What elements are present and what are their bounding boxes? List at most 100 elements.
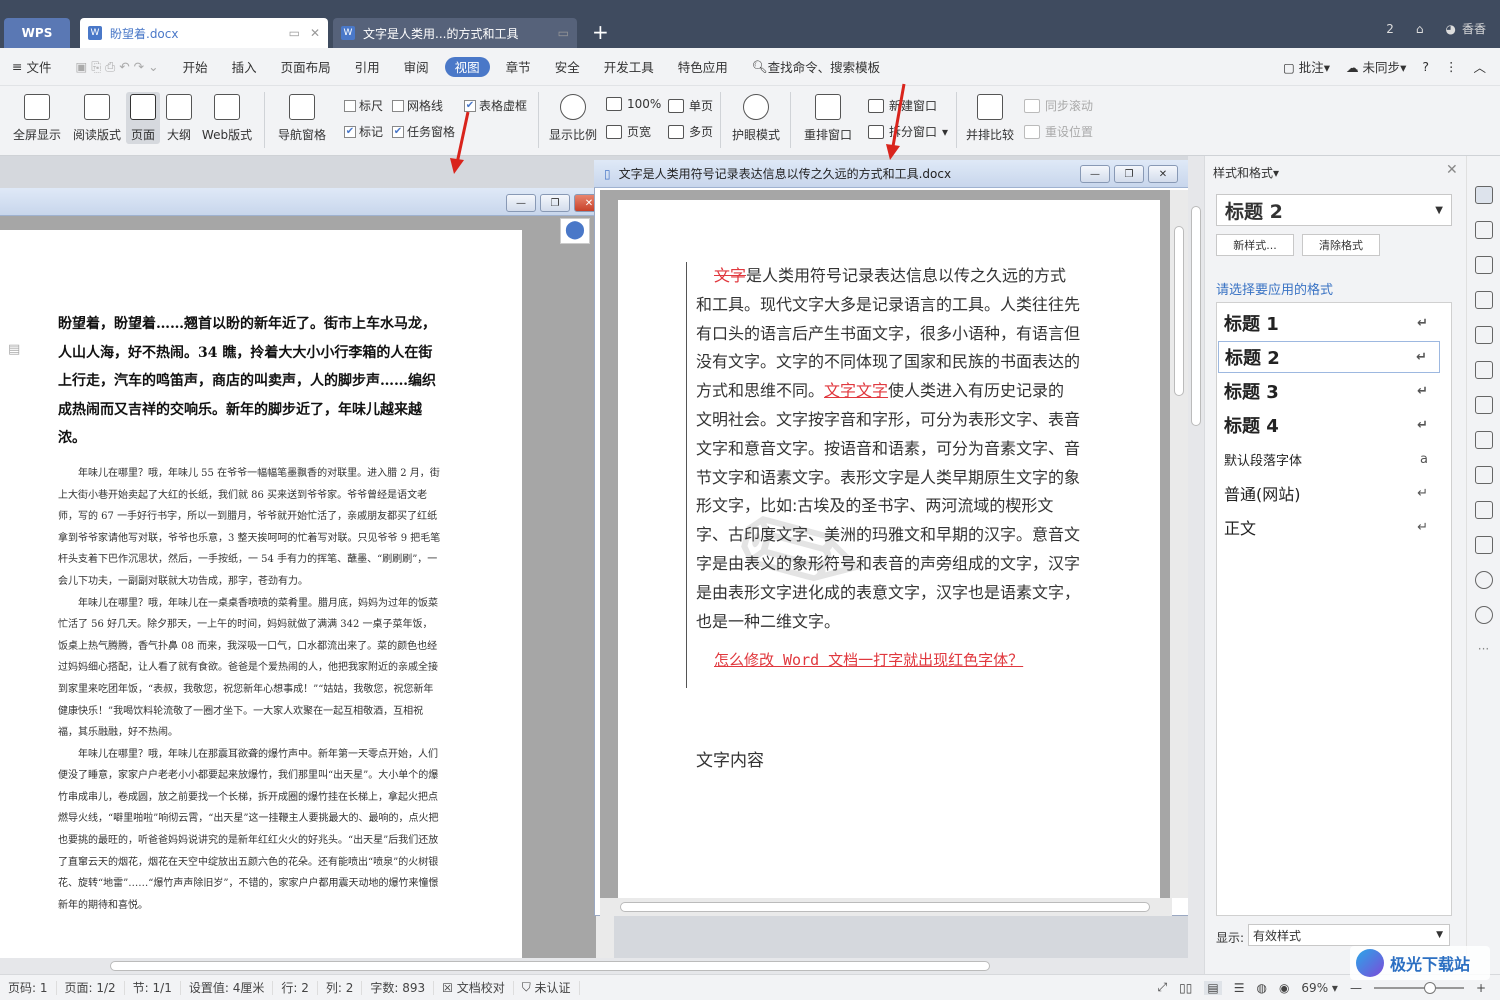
outline-view-icon[interactable]: ☰	[1234, 981, 1245, 995]
right-horizontal-scrollbar[interactable]	[600, 898, 1172, 916]
menu-insert[interactable]: 插入	[220, 48, 269, 86]
restore-tab-icon[interactable]: ▭	[289, 26, 300, 40]
cert-button[interactable]: ⛉ 未认证	[514, 980, 580, 995]
style-item-heading1[interactable]: 标题 1 ↵	[1218, 307, 1440, 339]
quick-access-icons[interactable]: ▣ ⎘ ⎙ ↶ ↷ ⌄	[63, 48, 170, 86]
help-icon[interactable]: ?	[1422, 59, 1429, 74]
more-icon[interactable]: ⋮	[1445, 59, 1458, 74]
picture-icon[interactable]	[1474, 501, 1493, 519]
zoom-slider[interactable]	[1373, 981, 1464, 994]
page-layout-button[interactable]: 页面	[126, 92, 160, 144]
translate-icon[interactable]	[1474, 431, 1493, 449]
fullscreen-button[interactable]: 全屏显示	[10, 94, 64, 143]
right-vertical-scrollbar[interactable]	[1170, 190, 1188, 898]
web-layout-button[interactable]: Web版式	[198, 94, 256, 143]
restore-tab-icon[interactable]: ▭	[558, 26, 569, 40]
read-view-icon[interactable]: ▯▯	[1179, 981, 1192, 995]
sidebyside-label: 并排比较	[965, 128, 1014, 142]
fill-icon[interactable]	[1474, 291, 1493, 309]
side-by-side-button[interactable]: 并排比较	[962, 94, 1018, 143]
nav-pane-button[interactable]: 导航窗格	[272, 94, 332, 143]
page-view-icon[interactable]: ▤	[1204, 980, 1222, 995]
marks-checkbox[interactable]: ✔ 标记	[344, 123, 383, 140]
menu-layout[interactable]: 页面布局	[269, 48, 343, 86]
more-icon[interactable]: ···	[1467, 642, 1500, 656]
clear-format-button[interactable]: 清除格式	[1302, 234, 1380, 256]
scroll-thumb[interactable]	[110, 961, 990, 971]
wps-home-tab[interactable]: WPS	[4, 18, 70, 48]
new-tab-plus-icon[interactable]: +	[592, 20, 609, 44]
menu-references[interactable]: 引用	[343, 48, 392, 86]
style-item-heading4[interactable]: 标题 4 ↵	[1218, 409, 1440, 441]
select-cursor-icon[interactable]	[1474, 221, 1493, 239]
reading-layout-button[interactable]: 阅读版式	[70, 94, 124, 143]
status-section[interactable]: 节: 1/1	[125, 980, 181, 995]
style-brush-icon[interactable]	[1474, 186, 1493, 204]
style-item-body[interactable]: 正文 ↵	[1218, 511, 1440, 543]
table-icon[interactable]	[1474, 326, 1493, 344]
zoom-slider-handle[interactable]	[1423, 981, 1436, 994]
scroll-thumb[interactable]	[1174, 226, 1184, 396]
web-view-icon[interactable]: ◍	[1256, 981, 1266, 995]
menu-file[interactable]: 文件	[26, 57, 51, 76]
shapes-icon[interactable]	[1474, 256, 1493, 274]
status-setting[interactable]: 设置值: 4厘米	[181, 980, 274, 995]
tab-doc2[interactable]: W 文字是人类用...的方式和工具 ▭	[333, 18, 577, 48]
sync-button[interactable]: ☁ 未同步▾	[1346, 57, 1406, 76]
close-icon[interactable]: ✕	[1446, 162, 1458, 178]
zoom-in-icon[interactable]: +	[1476, 981, 1486, 995]
left-paragraph-3: 年味儿在哪里？哦，年味儿在那震耳欲聋的爆竹声中。新年第一天零点开始，人们便没了睡…	[58, 748, 439, 911]
menu-view[interactable]: 视图	[444, 56, 490, 77]
minimize-icon[interactable]: —	[1080, 165, 1110, 183]
user-avatar[interactable]: ◕ 香香	[1446, 20, 1487, 37]
adjust-icon[interactable]	[1474, 361, 1493, 379]
outline-button[interactable]: 大纲	[162, 94, 196, 143]
location-pin-icon[interactable]: ⬤	[560, 218, 590, 244]
close-tab-icon[interactable]: ✕	[310, 26, 320, 40]
skin-icon[interactable]: ⌂	[1416, 22, 1424, 36]
zoom-out-icon[interactable]: —	[1350, 981, 1362, 995]
style-item-heading3[interactable]: 标题 3 ↵	[1218, 375, 1440, 407]
hamburger-icon[interactable]: ≡ 文件	[0, 48, 63, 86]
menu-home[interactable]: 开始	[171, 48, 220, 86]
main-vertical-scrollbar[interactable]	[1188, 156, 1204, 958]
history-icon[interactable]	[1474, 571, 1493, 589]
style-item-heading2[interactable]: 标题 2 ↵	[1218, 341, 1440, 373]
comment-button[interactable]: ▢ 批注▾	[1283, 57, 1330, 76]
window-count-icon[interactable]: 2	[1386, 22, 1394, 36]
current-style-select[interactable]: 标题 2 ▼	[1216, 194, 1452, 226]
gridline-checkbox[interactable]: 网格线	[392, 97, 443, 114]
zoom-select[interactable]: 69% ▾	[1301, 981, 1338, 995]
scroll-thumb[interactable]	[620, 902, 1150, 912]
status-page[interactable]: 页面: 1/2	[57, 980, 125, 995]
show-style-select[interactable]: 有效样式 ▼	[1248, 924, 1450, 946]
status-words[interactable]: 字数: 893	[362, 980, 435, 995]
shield-icon[interactable]	[1474, 536, 1493, 554]
archive-icon[interactable]	[1474, 466, 1493, 484]
eye-view-icon[interactable]: ◉	[1279, 981, 1289, 995]
proof-button[interactable]: ☒ 文档校对	[434, 980, 514, 995]
reset-position-button[interactable]: 重设位置	[1024, 123, 1093, 140]
close-icon[interactable]: ✕	[1148, 165, 1178, 183]
ruler-checkbox[interactable]: 标尺	[344, 97, 383, 114]
maximize-icon[interactable]: ❐	[1114, 165, 1144, 183]
tab-doc1[interactable]: W 盼望着.docx ▭ ✕	[80, 18, 328, 48]
maximize-icon[interactable]: ❐	[540, 194, 570, 212]
status-pagecode[interactable]: 页码: 1	[0, 980, 57, 995]
fullscreen-view-icon[interactable]: ⤢	[1158, 980, 1168, 995]
new-style-button[interactable]: 新样式...	[1216, 234, 1294, 256]
sync-scroll-button[interactable]: 同步滚动	[1024, 97, 1093, 114]
scroll-thumb[interactable]	[1191, 206, 1201, 426]
menu-review[interactable]: 审阅	[392, 48, 441, 86]
doc-outline-icon[interactable]: ▤	[8, 342, 20, 357]
styles-panel-title[interactable]: 样式和格式▾	[1213, 164, 1279, 181]
image-search-icon[interactable]	[1474, 396, 1493, 414]
style-item-normal-web[interactable]: 普通(网站) ↵	[1218, 477, 1440, 509]
annotation-arrows	[450, 83, 906, 174]
red-link-text[interactable]: 怎么修改 Word 文档一打字就出现红色字体？	[714, 651, 1023, 669]
help-icon[interactable]	[1474, 606, 1493, 624]
collapse-ribbon-icon[interactable]: ︿	[1473, 57, 1486, 76]
style-item-default-font[interactable]: 默认段落字体 a	[1218, 443, 1440, 475]
minimize-icon[interactable]: —	[506, 194, 536, 212]
main-horizontal-scrollbar[interactable]	[0, 958, 1204, 974]
